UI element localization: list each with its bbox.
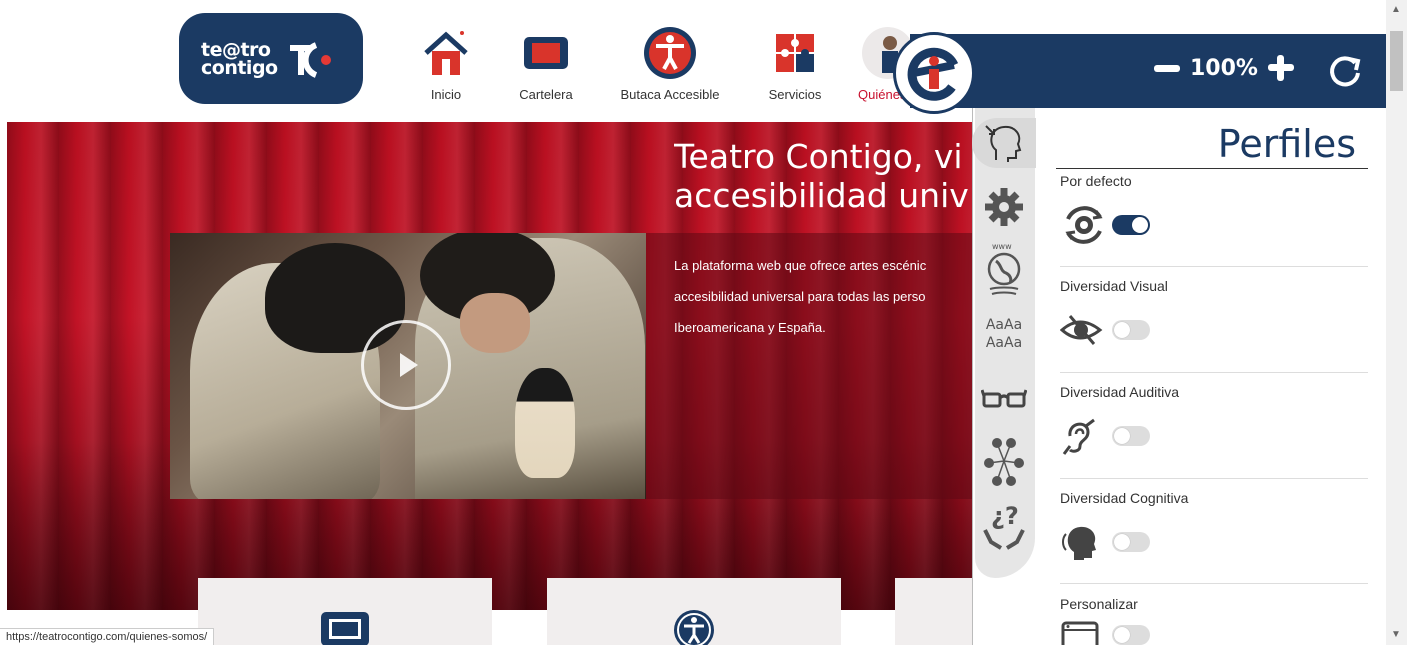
scroll-down-icon[interactable]: ▼ — [1391, 629, 1401, 640]
reset-icon[interactable] — [1327, 53, 1363, 89]
profile-personalizar: Personalizar — [1060, 596, 1368, 645]
sidebar-item-settings[interactable] — [980, 182, 1028, 232]
profile-cognitiva: Diversidad Cognitiva — [1060, 490, 1368, 566]
profile-visual: Diversidad Visual — [1060, 278, 1368, 354]
hero-text-line: La plataforma web que ofrece artes escén… — [674, 258, 927, 273]
svg-text:¿?: ¿? — [991, 502, 1019, 530]
nav-label: Inicio — [430, 87, 462, 102]
page: te@tro contigo Inicio Cartelera Butaca A… — [0, 0, 1407, 645]
profile-name: Diversidad Cognitiva — [1060, 490, 1189, 506]
video-figure — [460, 293, 530, 353]
hero-description: La plataforma web que ofrece artes escén… — [674, 250, 974, 343]
scroll-up-icon[interactable]: ▲ — [1391, 4, 1401, 15]
gear-icon — [985, 188, 1023, 226]
feature-card[interactable] — [895, 578, 975, 645]
nav-label: Cartelera — [519, 87, 573, 102]
a11y-toolbar — [910, 34, 1386, 108]
profile-name: Diversidad Visual — [1060, 278, 1168, 294]
logo-line-2: contigo — [201, 56, 278, 79]
navigation-keys-icon — [984, 438, 1024, 486]
hero-title-line: Teatro Contigo, vi — [674, 137, 963, 176]
help-hands-icon: ¿? — [983, 502, 1025, 550]
page-scrollbar[interactable]: ▲ ▼ — [1386, 0, 1407, 645]
accessibility-icon — [672, 608, 716, 645]
status-bar-url: https://teatrocontigo.com/quienes-somos/ — [0, 628, 215, 645]
zoom-out-button[interactable] — [1152, 53, 1182, 83]
nav-item-servicios[interactable]: Servicios — [762, 22, 828, 102]
glasses-icon — [981, 389, 1027, 408]
eye-icon — [1060, 306, 1112, 354]
profile-toggle[interactable] — [1112, 215, 1150, 235]
zoom-value: 100% — [1190, 55, 1258, 81]
puzzle-icon — [762, 22, 828, 84]
profile-name: Diversidad Auditiva — [1060, 384, 1180, 400]
sidebar-item-visual[interactable] — [980, 374, 1028, 424]
profile-toggle[interactable] — [1112, 532, 1150, 552]
zoom-controls: 100% — [1152, 53, 1296, 83]
scroll-thumb[interactable] — [1390, 31, 1403, 91]
logo-text: te@tro contigo — [201, 38, 278, 79]
profile-head-icon — [985, 125, 1022, 162]
nav-item-cartelera[interactable]: Cartelera — [512, 22, 580, 102]
svg-text:www: www — [992, 242, 1012, 251]
ticket-icon — [512, 22, 580, 84]
feature-card-accesible[interactable] — [547, 578, 841, 645]
accessibility-icon — [608, 22, 732, 84]
sidebar-item-text[interactable]: AaAa AaAa — [980, 312, 1028, 356]
profile-auditiva: Diversidad Auditiva — [1060, 384, 1368, 460]
zoom-in-button[interactable] — [1266, 53, 1296, 83]
panel-title: Perfiles — [1056, 120, 1368, 169]
home-icon — [420, 22, 472, 84]
video-doll — [515, 368, 575, 478]
ear-icon — [1060, 412, 1112, 460]
a11y-logo-icon[interactable] — [893, 32, 975, 114]
divider — [1060, 266, 1368, 267]
nav-item-butaca-accesible[interactable]: Butaca Accesible — [608, 22, 732, 102]
text-sample-line: AaAa — [985, 317, 1023, 333]
hero-text-line: accesibilidad universal para todas las p… — [674, 289, 926, 304]
head-icon — [1060, 518, 1112, 566]
customize-icon — [1060, 620, 1112, 645]
profile-toggle[interactable] — [1112, 625, 1150, 645]
sidebar-item-help[interactable]: ¿? — [980, 496, 1028, 556]
site-logo[interactable]: te@tro contigo — [179, 13, 363, 104]
globe-icon: www — [987, 242, 1021, 295]
nav-label: Servicios — [768, 87, 822, 102]
hero-title: Teatro Contigo, vi accesibilidad univ — [674, 137, 974, 215]
text-size-icon: AaAa AaAa — [986, 316, 1022, 352]
divider — [1060, 372, 1368, 373]
hero-title-line: accesibilidad univ — [674, 176, 969, 215]
profile-toggle[interactable] — [1112, 426, 1150, 446]
profile-name: Por defecto — [1060, 173, 1132, 189]
default-profile-icon — [1060, 201, 1112, 249]
sidebar-item-web[interactable]: www — [980, 240, 1028, 300]
profile-default: Por defecto — [1060, 173, 1368, 249]
text-sample-line: AaAa — [985, 335, 1023, 351]
hero-text-line: Iberoamericana y España. — [674, 320, 826, 335]
logo-line-1: te@tro — [201, 38, 271, 61]
ticket-icon — [319, 608, 371, 645]
nav-item-inicio[interactable]: Inicio — [420, 22, 472, 102]
profile-toggle[interactable] — [1112, 320, 1150, 340]
divider — [1060, 583, 1368, 584]
profile-name: Personalizar — [1060, 596, 1138, 612]
hero-video[interactable] — [170, 233, 646, 499]
sidebar-item-navigation[interactable] — [980, 432, 1028, 490]
feature-card-cartelera[interactable] — [198, 578, 492, 645]
divider — [1060, 478, 1368, 479]
nav-label: Butaca Accesible — [620, 87, 720, 102]
logo-mark-icon — [288, 39, 338, 79]
sidebar-item-perfiles[interactable] — [972, 118, 1038, 168]
play-icon[interactable] — [361, 320, 451, 410]
